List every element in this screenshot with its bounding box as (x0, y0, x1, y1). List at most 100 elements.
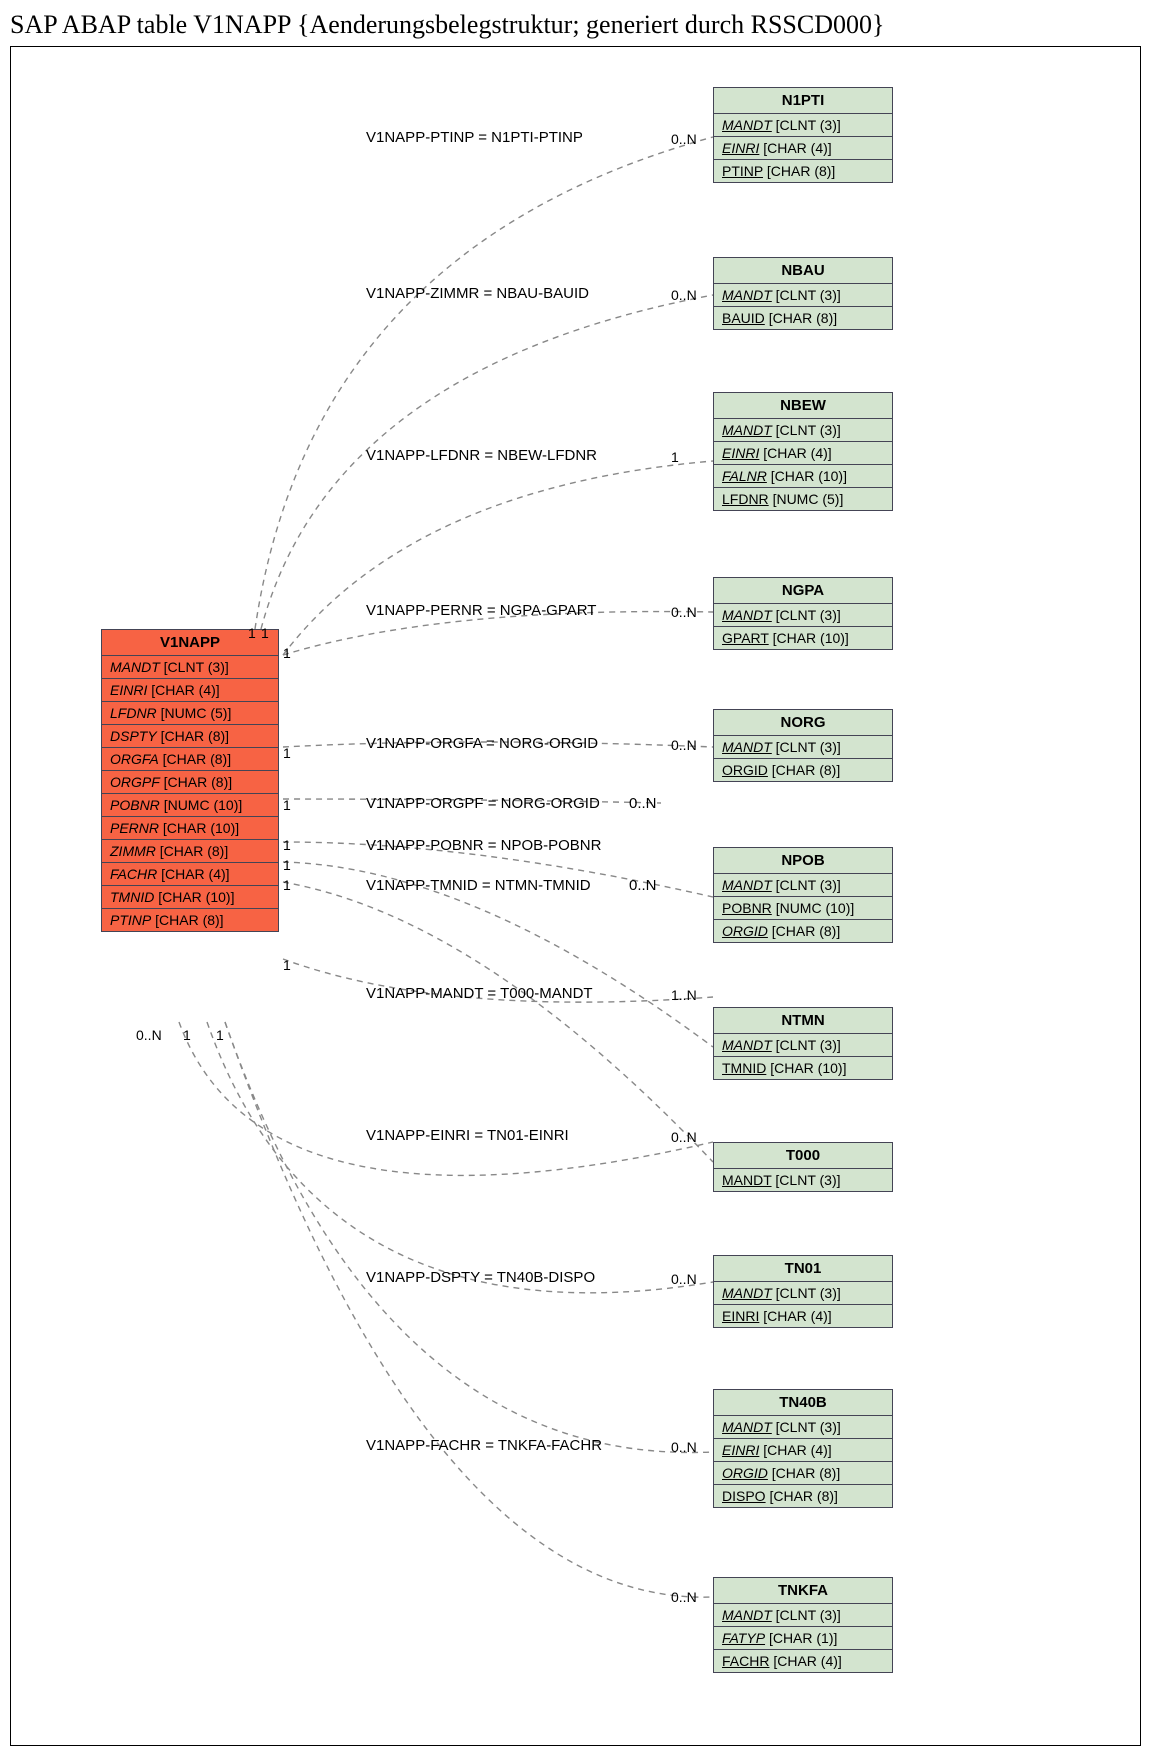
relation-label: V1NAPP-ORGFA = NORG-ORGID (366, 735, 598, 752)
field-row: POBNR [NUMC (10)] (714, 897, 892, 920)
field-row: BAUID [CHAR (8)] (714, 307, 892, 329)
field-row: GPART [CHAR (10)] (714, 627, 892, 649)
entity-ngpa: NGPAMANDT [CLNT (3)]GPART [CHAR (10)] (713, 577, 893, 650)
entity-header: NTMN (714, 1008, 892, 1034)
field-row: POBNR [NUMC (10)] (102, 794, 278, 817)
relation-label: V1NAPP-EINRI = TN01-EINRI (366, 1127, 569, 1144)
entity-t000: T000MANDT [CLNT (3)] (713, 1142, 893, 1192)
field-row: MANDT [CLNT (3)] (102, 656, 278, 679)
field-row: MANDT [CLNT (3)] (714, 736, 892, 759)
relation-label: 0..N (629, 877, 657, 894)
field-row: TMNID [CHAR (10)] (714, 1057, 892, 1079)
entity-tnkfa: TNKFAMANDT [CLNT (3)]FATYP [CHAR (1)]FAC… (713, 1577, 893, 1673)
relation-label: V1NAPP-DSPTY = TN40B-DISPO (366, 1269, 595, 1286)
relation-label: V1NAPP-FACHR = TNKFA-FACHR (366, 1437, 602, 1454)
field-row: MANDT [CLNT (3)] (714, 1416, 892, 1439)
cardinality: 1 (216, 1027, 224, 1043)
relation-label: V1NAPP-MANDT = T000-MANDT (366, 985, 593, 1002)
entity-tn40b: TN40BMANDT [CLNT (3)]EINRI [CHAR (4)]ORG… (713, 1389, 893, 1508)
cardinality: 0..N (671, 604, 697, 620)
field-row: DISPO [CHAR (8)] (714, 1485, 892, 1507)
cardinality: 1 (283, 797, 291, 813)
cardinality: 1 (671, 449, 679, 465)
cardinality: 0..N (671, 737, 697, 753)
relation-label: 0..N (629, 795, 657, 812)
cardinality: 1 (248, 625, 256, 641)
relation-label: V1NAPP-PERNR = NGPA-GPART (366, 602, 596, 619)
entity-header: NBEW (714, 393, 892, 419)
cardinality: 1 (183, 1027, 191, 1043)
field-row: MANDT [CLNT (3)] (714, 1169, 892, 1191)
field-row: ORGPF [CHAR (8)] (102, 771, 278, 794)
cardinality: 0..N (671, 287, 697, 303)
entity-nbew: NBEWMANDT [CLNT (3)]EINRI [CHAR (4)]FALN… (713, 392, 893, 511)
field-row: MANDT [CLNT (3)] (714, 1282, 892, 1305)
field-row: ORGFA [CHAR (8)] (102, 748, 278, 771)
entity-nbau: NBAUMANDT [CLNT (3)]BAUID [CHAR (8)] (713, 257, 893, 330)
cardinality: 1 (283, 957, 291, 973)
page-title: SAP ABAP table V1NAPP {Aenderungsbelegst… (10, 10, 1151, 40)
field-row: DSPTY [CHAR (8)] (102, 725, 278, 748)
field-row: FACHR [CHAR (4)] (102, 863, 278, 886)
cardinality: 0..N (671, 1129, 697, 1145)
entity-norg: NORGMANDT [CLNT (3)]ORGID [CHAR (8)] (713, 709, 893, 782)
field-row: MANDT [CLNT (3)] (714, 604, 892, 627)
field-row: EINRI [CHAR (4)] (102, 679, 278, 702)
cardinality: 1 (283, 837, 291, 853)
entity-npob: NPOBMANDT [CLNT (3)]POBNR [NUMC (10)]ORG… (713, 847, 893, 943)
cardinality: 1 (283, 645, 291, 661)
field-row: LFDNR [NUMC (5)] (102, 702, 278, 725)
field-row: ORGID [CHAR (8)] (714, 920, 892, 942)
field-row: MANDT [CLNT (3)] (714, 114, 892, 137)
cardinality: 0..N (136, 1027, 162, 1043)
field-row: PTINP [CHAR (8)] (102, 909, 278, 931)
field-row: MANDT [CLNT (3)] (714, 1604, 892, 1627)
entity-header: NGPA (714, 578, 892, 604)
entity-header: T000 (714, 1143, 892, 1169)
entity-ntmn: NTMNMANDT [CLNT (3)]TMNID [CHAR (10)] (713, 1007, 893, 1080)
entity-header: N1PTI (714, 88, 892, 114)
field-row: FALNR [CHAR (10)] (714, 465, 892, 488)
relation-label: V1NAPP-POBNR = NPOB-POBNR (366, 837, 601, 854)
relation-label: V1NAPP-ORGPF = NORG-ORGID (366, 795, 600, 812)
field-row: MANDT [CLNT (3)] (714, 284, 892, 307)
field-row: EINRI [CHAR (4)] (714, 1305, 892, 1327)
field-row: ORGID [CHAR (8)] (714, 1462, 892, 1485)
cardinality: 1 (283, 745, 291, 761)
relation-label: V1NAPP-PTINP = N1PTI-PTINP (366, 129, 583, 146)
cardinality: 1 (283, 877, 291, 893)
field-row: FACHR [CHAR (4)] (714, 1650, 892, 1672)
entity-header: TN01 (714, 1256, 892, 1282)
cardinality: 1..N (671, 987, 697, 1003)
cardinality: 0..N (671, 1271, 697, 1287)
entity-header: TN40B (714, 1390, 892, 1416)
entity-tn01: TN01MANDT [CLNT (3)]EINRI [CHAR (4)] (713, 1255, 893, 1328)
er-diagram: V1NAPP MANDT [CLNT (3)]EINRI [CHAR (4)]L… (10, 46, 1141, 1746)
field-row: TMNID [CHAR (10)] (102, 886, 278, 909)
relation-label: V1NAPP-TMNID = NTMN-TMNID (366, 877, 591, 894)
field-row: LFDNR [NUMC (5)] (714, 488, 892, 510)
cardinality: 0..N (671, 1439, 697, 1455)
cardinality: 0..N (671, 131, 697, 147)
entity-header: NORG (714, 710, 892, 736)
cardinality: 1 (283, 857, 291, 873)
field-row: ZIMMR [CHAR (8)] (102, 840, 278, 863)
field-row: MANDT [CLNT (3)] (714, 419, 892, 442)
field-row: PERNR [CHAR (10)] (102, 817, 278, 840)
entity-header: NBAU (714, 258, 892, 284)
relation-label: V1NAPP-ZIMMR = NBAU-BAUID (366, 285, 589, 302)
entity-header: TNKFA (714, 1578, 892, 1604)
field-row: MANDT [CLNT (3)] (714, 1034, 892, 1057)
entity-n1pti: N1PTIMANDT [CLNT (3)]EINRI [CHAR (4)]PTI… (713, 87, 893, 183)
field-row: EINRI [CHAR (4)] (714, 1439, 892, 1462)
entity-header: NPOB (714, 848, 892, 874)
cardinality: 1 (261, 625, 269, 641)
entity-v1napp: V1NAPP MANDT [CLNT (3)]EINRI [CHAR (4)]L… (101, 629, 279, 932)
relation-label: V1NAPP-LFDNR = NBEW-LFDNR (366, 447, 597, 464)
field-row: EINRI [CHAR (4)] (714, 442, 892, 465)
field-row: PTINP [CHAR (8)] (714, 160, 892, 182)
field-row: EINRI [CHAR (4)] (714, 137, 892, 160)
field-row: MANDT [CLNT (3)] (714, 874, 892, 897)
field-row: FATYP [CHAR (1)] (714, 1627, 892, 1650)
field-row: ORGID [CHAR (8)] (714, 759, 892, 781)
